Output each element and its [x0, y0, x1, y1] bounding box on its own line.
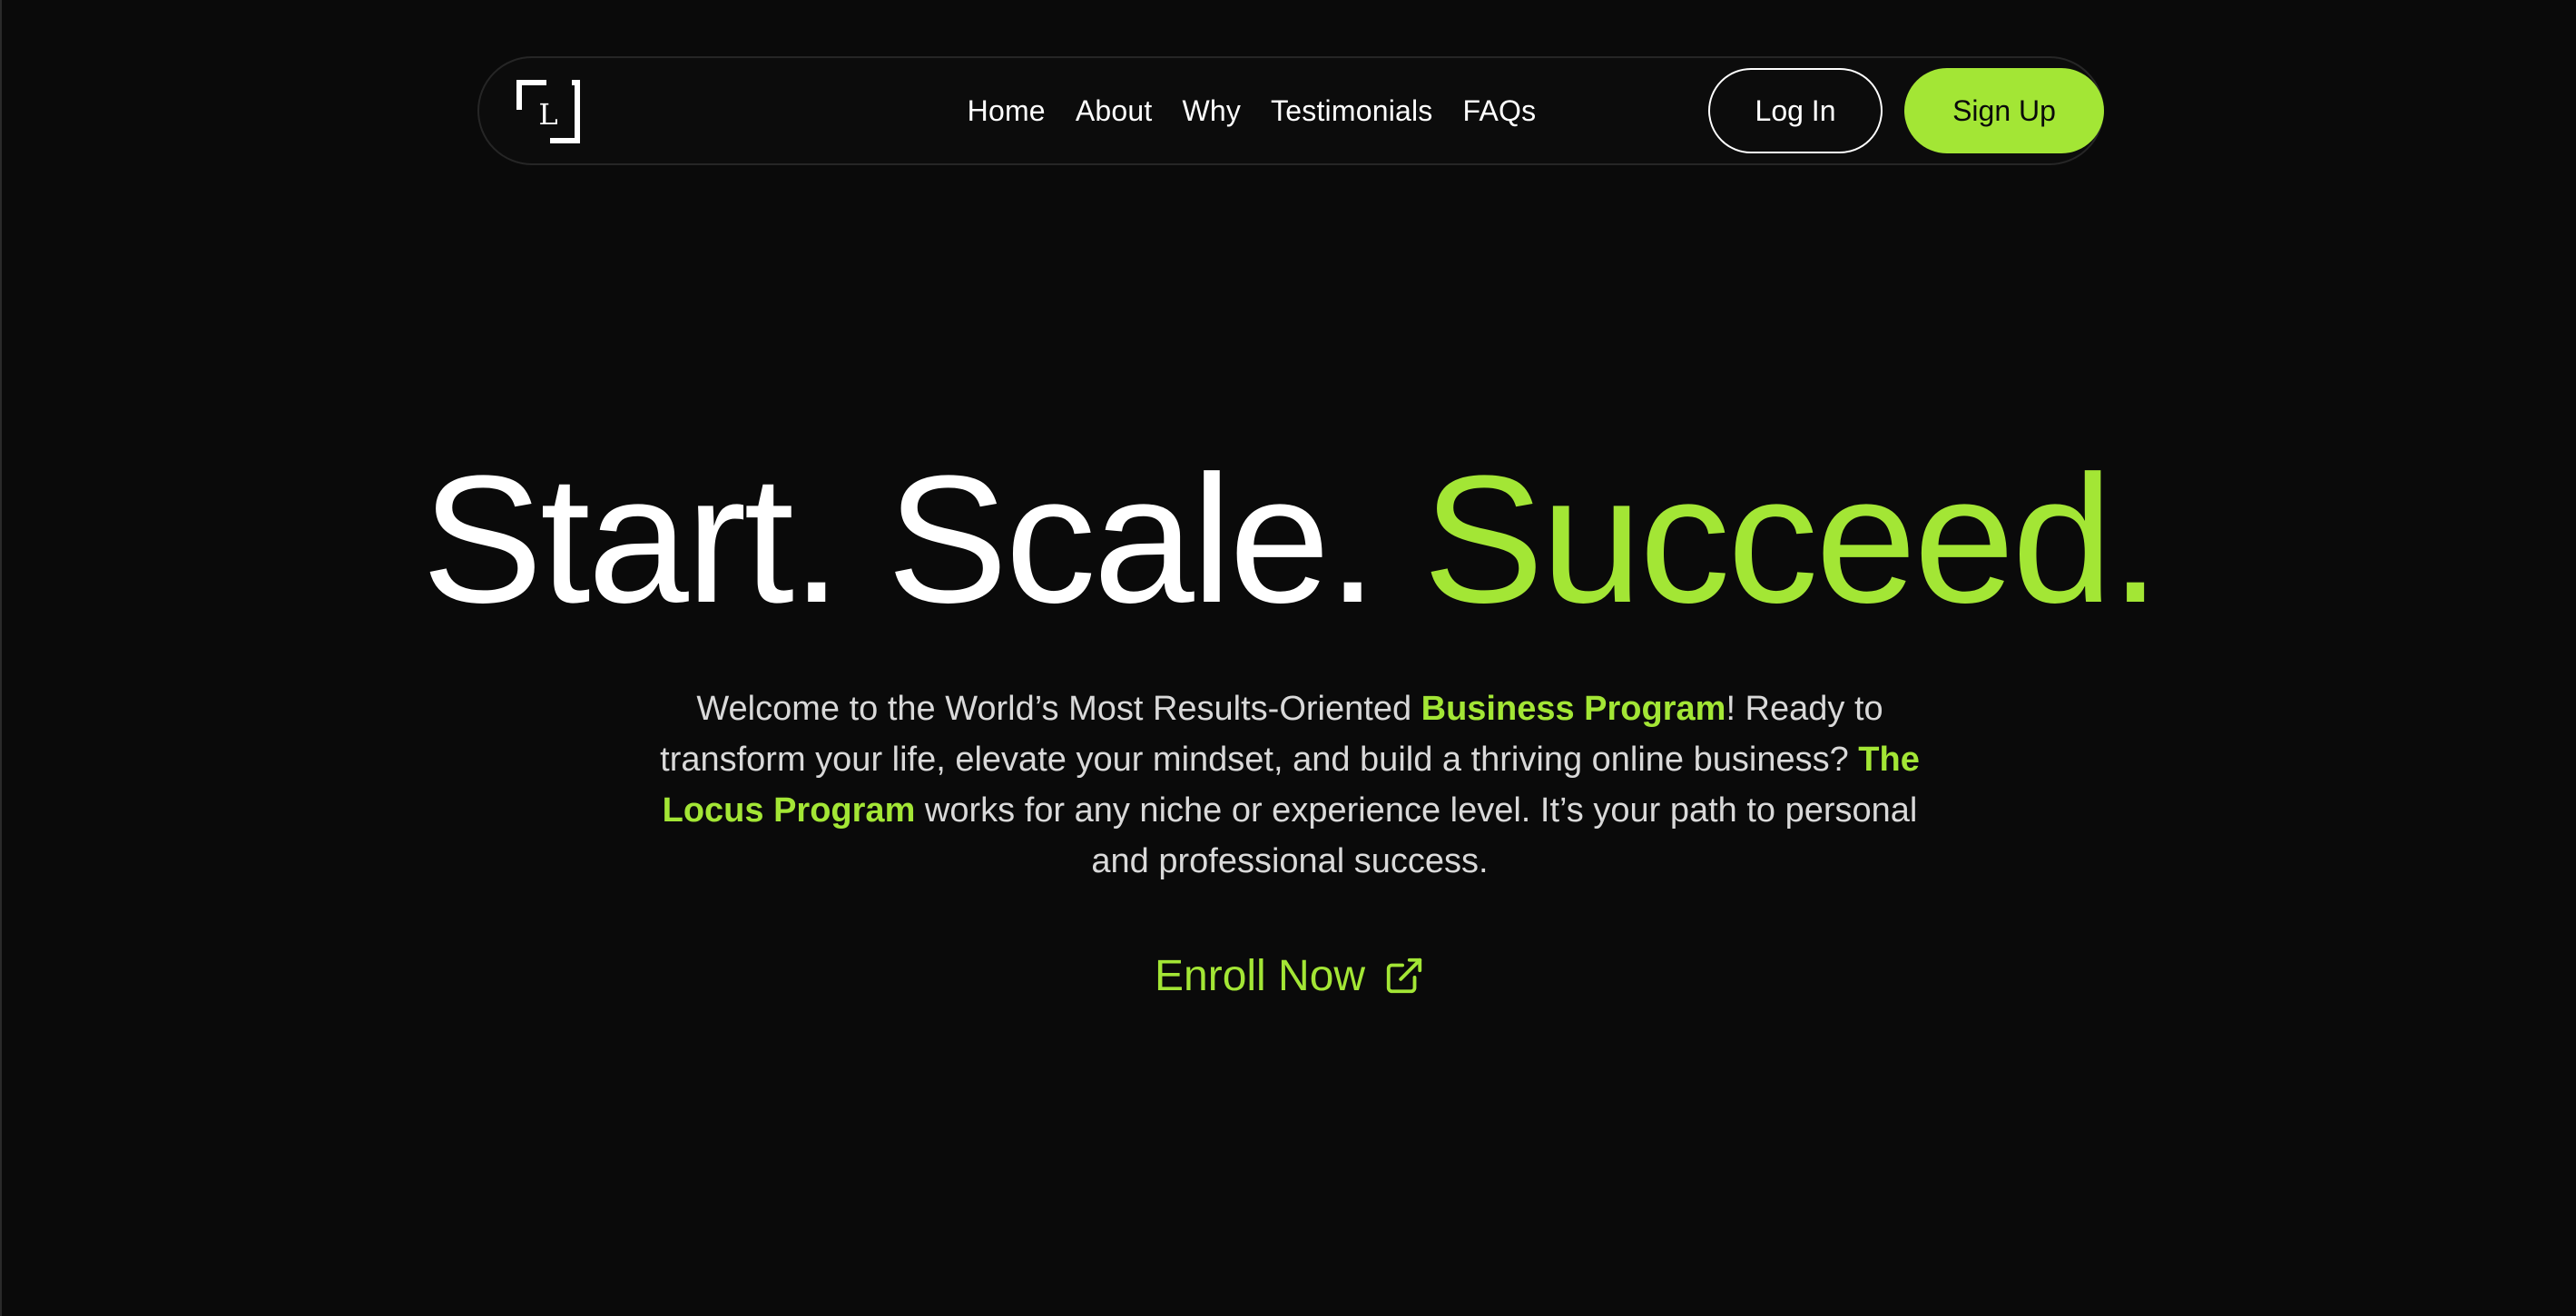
enroll-now-link[interactable]: Enroll Now — [1155, 944, 1425, 1007]
nav-link-why[interactable]: Why — [1182, 94, 1241, 128]
highlight-business-program: Business Program — [1421, 690, 1726, 728]
login-button[interactable]: Log In — [1708, 68, 1883, 153]
locus-logo[interactable]: L — [516, 79, 581, 144]
nav-link-about[interactable]: About — [1076, 94, 1153, 128]
hero-desc-text-3: works for any niche or experience level.… — [915, 791, 1918, 880]
top-navbar: L Home About Why Testimonials FAQs Log I… — [477, 56, 2104, 165]
hero-title-part-1: Start. Scale. — [421, 438, 1378, 641]
nav-link-testimonials[interactable]: Testimonials — [1271, 94, 1432, 128]
hero-description: Welcome to the World’s Most Results-Orie… — [654, 683, 1925, 887]
nav-link-faqs[interactable]: FAQs — [1463, 94, 1537, 128]
enroll-now-label: Enroll Now — [1155, 951, 1366, 1000]
hero-desc-text-1: Welcome to the World’s Most Results-Orie… — [696, 690, 1421, 728]
external-link-icon — [1383, 955, 1425, 997]
logo-icon: L — [516, 80, 580, 143]
logo-letter: L — [538, 97, 557, 132]
hero-title-accent: Succeed. — [1422, 438, 2161, 641]
hero-title: Start. Scale. Succeed. — [2, 436, 2576, 644]
nav-link-home[interactable]: Home — [968, 94, 1046, 128]
signup-button[interactable]: Sign Up — [1904, 68, 2104, 153]
